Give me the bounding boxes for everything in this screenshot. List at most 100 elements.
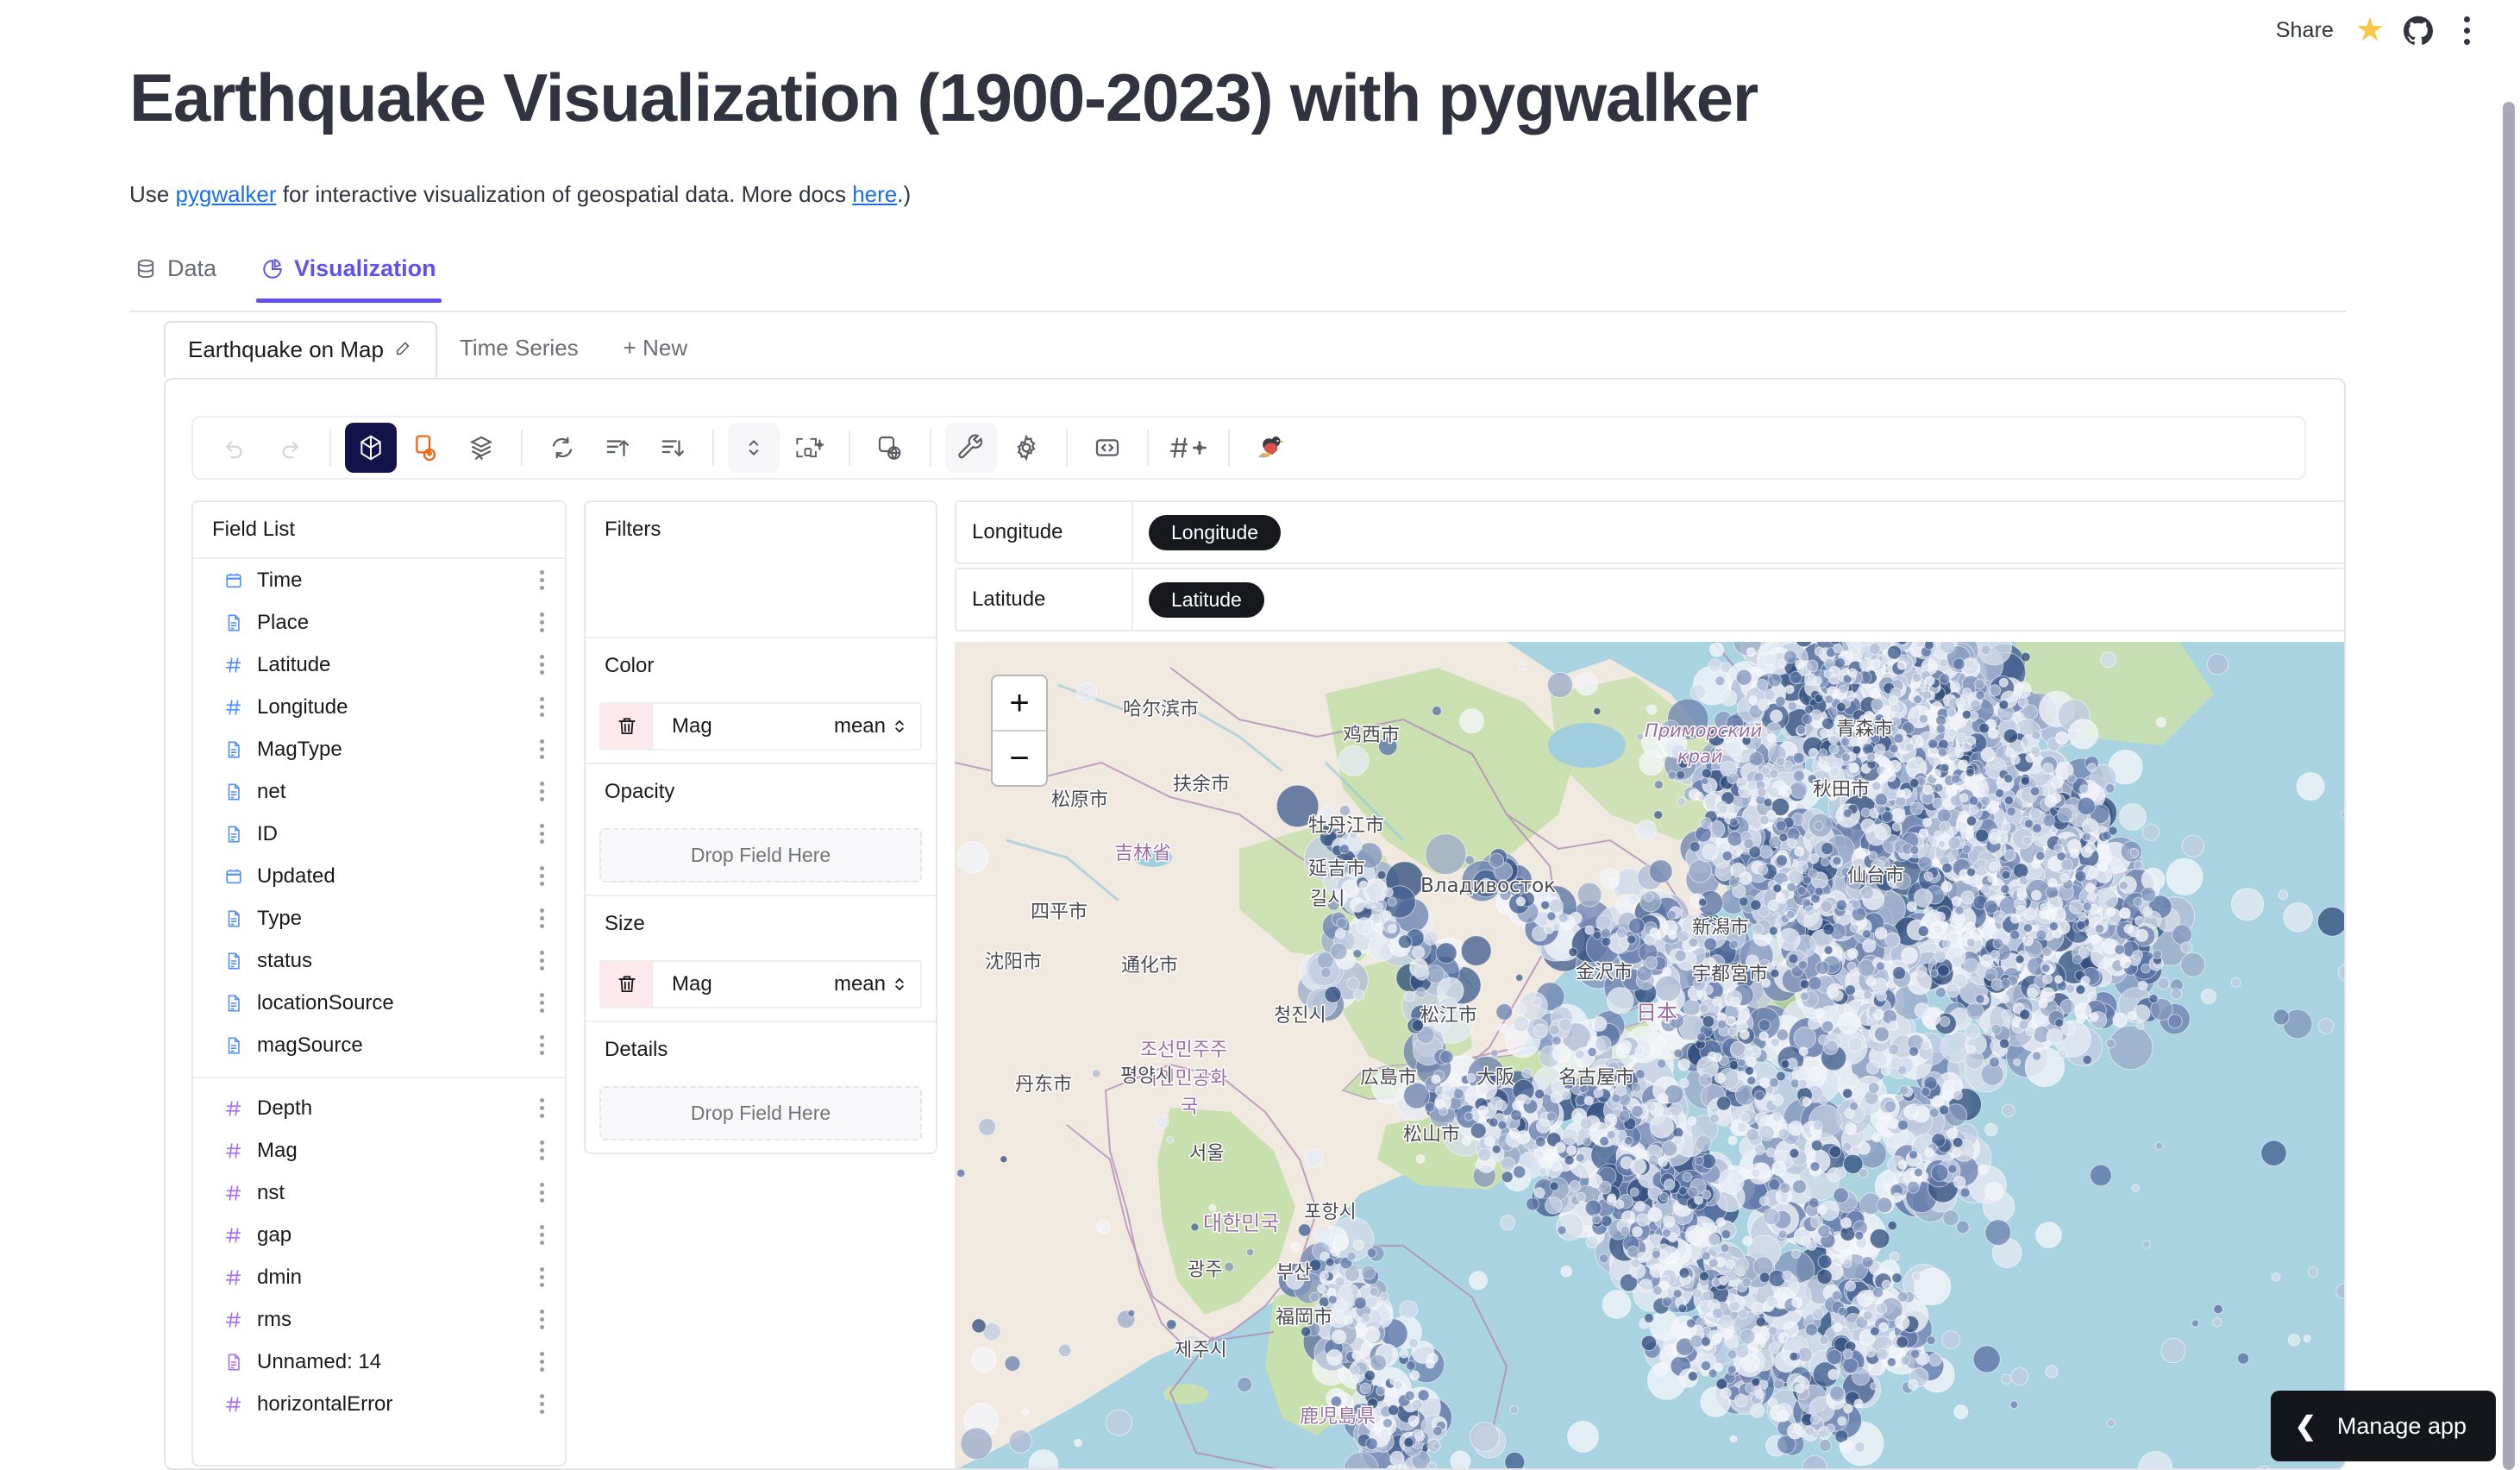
opacity-drop-placeholder[interactable]: Drop Field Here [599,828,922,883]
resize-height-icon[interactable] [728,423,780,473]
map-zoom-in-button[interactable]: + [993,676,1046,732]
field-item-id[interactable]: ID [193,813,565,855]
field-item-type[interactable]: Type [193,897,565,939]
color-field-pill[interactable]: Mag mean [599,702,922,751]
field-item-depth[interactable]: Depth [193,1087,565,1129]
field-menu-icon[interactable] [536,1095,548,1121]
marker-pin-icon[interactable] [400,423,452,473]
tab-data[interactable]: Data [129,250,222,301]
field-item-updated[interactable]: Updated [193,855,565,897]
filters-dropzone[interactable] [586,557,936,637]
field-item-net[interactable]: net [193,770,565,813]
field-item-nst[interactable]: nst [193,1172,565,1214]
shelf-latitude[interactable]: Latitude Latitude [955,568,2346,631]
map-zoom-out-button[interactable]: − [993,732,1046,785]
code-brackets-icon[interactable] [1081,423,1133,473]
field-menu-icon[interactable] [536,863,548,889]
chevron-left-icon: ❮ [2295,1411,2316,1442]
opacity-section: Opacity Drop Field Here [586,764,936,896]
color-dropzone[interactable]: Mag mean [586,694,936,763]
details-drop-placeholder[interactable]: Drop Field Here [599,1086,922,1140]
shape-globe-icon[interactable] [864,423,916,473]
field-menu-icon[interactable] [536,989,548,1016]
field-menu-icon[interactable] [536,1348,548,1375]
sort-asc-icon[interactable] [592,423,643,473]
field-menu-icon[interactable] [536,905,548,932]
field-menu-icon[interactable] [536,1306,548,1333]
map-canvas[interactable]: 哈尔滨市鸡西市Приморскийкрай扶余市松原市牡丹江市吉林省延吉市길시四… [955,642,2346,1470]
undo-icon[interactable] [209,423,260,473]
field-item-rms[interactable]: rms [193,1298,565,1341]
field-menu-icon[interactable] [536,1264,548,1291]
field-item-longitude[interactable]: Longitude [193,686,565,728]
field-menu-icon[interactable] [536,1222,548,1248]
opacity-dropzone[interactable]: Drop Field Here [586,820,936,895]
filters-title: Filters [586,502,936,557]
trash-icon[interactable] [601,704,653,749]
fit-screen-settings-icon[interactable] [783,423,835,473]
hash-settings-icon[interactable] [1163,423,1214,473]
color-section: Color Mag mean [586,638,936,764]
field-menu-icon[interactable] [536,1032,548,1059]
shelf-longitude-body[interactable]: Longitude [1133,515,2346,550]
field-menu-icon[interactable] [536,651,548,678]
field-item-horizontalerror[interactable]: horizontalError [193,1383,565,1425]
page-scrollbar[interactable] [2503,102,2515,1470]
details-dropzone[interactable]: Drop Field Here [586,1077,936,1153]
pencil-icon[interactable] [394,336,413,363]
field-menu-icon[interactable] [536,567,548,594]
field-item-magtype[interactable]: MagType [193,728,565,770]
field-item-mag[interactable]: Mag [193,1129,565,1172]
shelf-latitude-body[interactable]: Latitude [1133,582,2346,618]
wrench-icon[interactable] [945,423,997,473]
field-item-unnamed-14[interactable]: Unnamed: 14 [193,1341,565,1383]
field-item-gap[interactable]: gap [193,1214,565,1256]
field-label: dmin [257,1266,524,1290]
field-item-place[interactable]: Place [193,601,565,644]
docs-here-link[interactable]: here [852,181,897,207]
field-item-time[interactable]: Time [193,559,565,601]
size-agg-select[interactable]: mean [834,972,920,996]
field-menu-icon[interactable] [536,1391,548,1417]
chart-tab-time-series[interactable]: Time Series [437,321,601,375]
tab-data-label: Data [167,255,216,282]
hash-icon [223,698,245,717]
layers-icon[interactable] [455,423,507,473]
gear-icon[interactable] [1000,423,1052,473]
map-zoom-controls[interactable]: + − [991,675,1048,787]
field-menu-icon[interactable] [536,1179,548,1206]
color-agg-select[interactable]: mean [834,714,920,738]
field-menu-icon[interactable] [536,736,548,763]
field-menu-icon[interactable] [536,609,548,636]
field-item-locationsource[interactable]: locationSource [193,982,565,1024]
chart-tab-earthquake-on-map[interactable]: Earthquake on Map [164,321,437,377]
field-menu-icon[interactable] [536,947,548,974]
field-item-magsource[interactable]: magSource [193,1024,565,1066]
field-menu-icon[interactable] [536,694,548,720]
svg-text:조선민주주: 조선민주주 [1140,1040,1227,1061]
field-item-status[interactable]: status [193,939,565,982]
pygwalker-bird-logo[interactable] [1244,423,1295,473]
field-item-dmin[interactable]: dmin [193,1256,565,1298]
shelf-longitude[interactable]: Longitude Longitude [955,500,2346,564]
shelf-chip-latitude[interactable]: Latitude [1149,582,1264,618]
chart-tab-new[interactable]: + New [601,321,710,375]
subtitle-suffix: .) [897,181,911,207]
field-menu-icon[interactable] [536,1137,548,1164]
cube-geo-icon[interactable] [345,423,397,473]
size-dropzone[interactable]: Mag mean [586,952,936,1021]
size-field-pill[interactable]: Mag mean [599,960,922,1008]
hash-icon [223,1099,245,1118]
field-menu-icon[interactable] [536,820,548,847]
refresh-icon[interactable] [536,423,588,473]
manage-app-button[interactable]: ❮ Manage app [2271,1391,2496,1461]
sort-desc-icon[interactable] [647,423,699,473]
field-menu-icon[interactable] [536,778,548,805]
shelf-chip-longitude[interactable]: Longitude [1149,515,1281,550]
field-item-latitude[interactable]: Latitude [193,644,565,686]
svg-text:仙台市: 仙台市 [1847,865,1904,887]
redo-icon[interactable] [264,423,316,473]
pygwalker-link[interactable]: pygwalker [175,181,276,207]
tab-visualization[interactable]: Visualization [256,250,442,301]
trash-icon[interactable] [601,962,653,1007]
